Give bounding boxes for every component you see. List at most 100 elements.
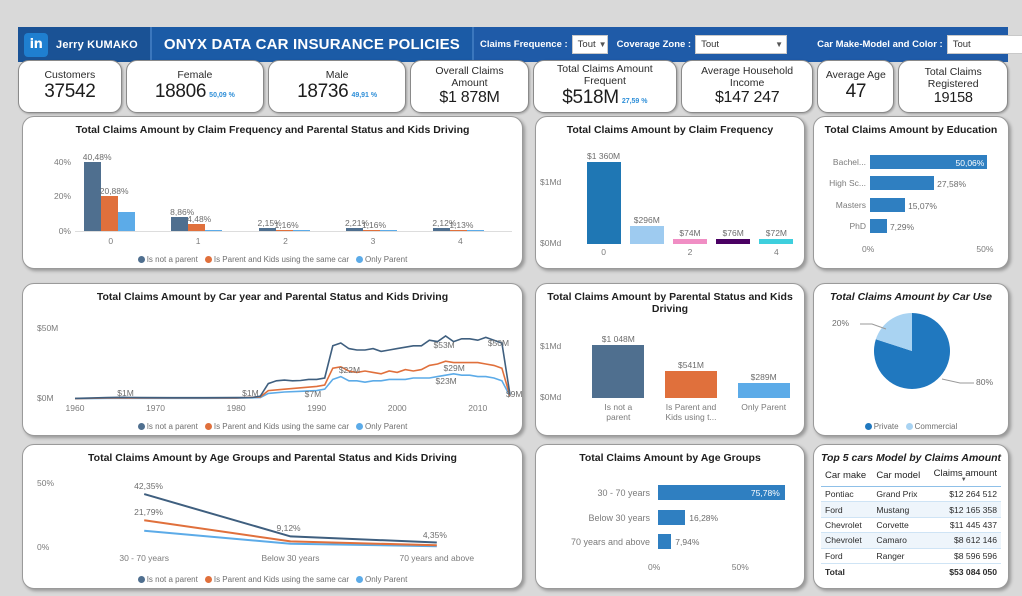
plot-area: 0% 50% 30 - 70 years Below 30 years 70 years… [23,464,522,574]
slicer-car-make-model-color[interactable]: Car Make-Model and Color : Tout ▼ [817,35,1022,54]
legend-item[interactable]: Private [864,422,899,431]
kpi-card-total-claims-registered[interactable]: Total Claims Registered 19158 [898,60,1009,113]
chart-title: Total Claims Amount by Car Use [829,291,992,303]
plot-area: 80% 20% [814,303,1008,413]
slicer-dropdown-coverage-zone[interactable]: Tout ▼ [695,35,788,54]
bar-parental-0[interactable] [592,344,645,399]
chevron-down-icon: ▼ [775,40,784,49]
bar-parental-1[interactable] [665,370,717,399]
chart-title: Total Claims Amount by Age Groups [579,452,761,464]
legend-item[interactable]: Is not a parent [137,575,198,584]
cell-car-model: Ranger [872,548,927,564]
data-label: $53M [433,339,455,350]
legend-item[interactable]: Is Parent and Kids using the same car [204,422,349,431]
legend-item[interactable]: Is Parent and Kids using the same car [204,575,349,584]
legend-item[interactable]: Only Parent [356,255,407,264]
bar-frequency-4[interactable] [759,239,794,245]
column-header-claims-amount[interactable]: Claims amount ▼ [926,467,1001,488]
bar-frequency-2[interactable] [673,239,707,245]
kpi-card-total-claims-amount-frequent[interactable]: Total Claims Amount Frequent $518M 27,59… [532,60,677,113]
y-category-label: 70 years and above [570,536,650,547]
x-category-label: Is not a parent [604,402,633,423]
chart-claim-frequency-parental-status[interactable]: Total Claims Amount by Claim Frequency a… [22,116,523,269]
chart-age-groups[interactable]: Total Claims Amount by Age Groups 30 - 7… [535,444,805,589]
legend-label: Only Parent [365,422,408,431]
legend-swatch [356,256,364,263]
y-category-label: Masters [835,199,866,210]
bar-frequency-1[interactable] [629,226,664,245]
legend-item[interactable]: Only Parent [356,422,407,431]
legend-item[interactable]: Is not a parent [137,422,198,431]
bar-education-2[interactable] [870,197,906,212]
line-series-group [74,335,511,400]
data-label: $22M [338,365,361,376]
bar-age-group-1[interactable] [658,509,686,525]
legend-item[interactable]: Is Parent and Kids using the same car [204,255,349,264]
chart-parental-status[interactable]: Total Claims Amount by Parental Status a… [535,283,805,436]
top-cars-table: Car make Car model Claims amount ▼ Ponti… [821,467,1001,580]
table-row[interactable]: Chevrolet Corvette $11 445 437 [821,517,1001,534]
kpi-card-female[interactable]: Female 18806 50,09 % [125,60,264,113]
kpi-card-male[interactable]: Male 18736 49,91 % [267,60,407,113]
kpi-percent: 50,09 % [209,92,235,99]
legend-swatch [905,423,913,430]
data-label: $76M [722,228,744,239]
x-tick-label: 0 [108,236,114,247]
chart-education[interactable]: Total Claims Amount by Education Bachel.… [813,116,1009,269]
legend-swatch [204,423,212,430]
y-category-label: High Sc... [829,178,866,189]
chart-car-use[interactable]: Total Claims Amount by Car Use 80% 20% Pr… [813,283,1009,436]
slicer-coverage-zone[interactable]: Coverage Zone : Tout ▼ [617,35,788,54]
bar-is-not-a-parent[interactable] [171,216,189,233]
kpi-card-average-age[interactable]: Average Age 47 [817,60,895,113]
slicer-value: Tout [701,39,720,50]
kpi-value: 18806 [154,81,207,102]
table-row[interactable]: Ford Mustang $12 165 358 [821,501,1001,518]
cell-total-label: Total [821,562,873,580]
legend-label: Commercial [914,422,958,431]
kpi-title: Male [325,68,349,81]
x-category-label: Is Parent and Kids using t... [665,402,717,423]
slicer-dropdown-claims-frequence[interactable]: Tout ▼ [571,35,608,54]
bar-frequency-0[interactable] [586,161,621,245]
kpi-title: Overall Claims Amount [435,65,504,89]
y-tick-label: $0M [37,393,54,404]
kpi-card-average-household-income[interactable]: Average Household Income $147 247 [680,60,814,113]
bar-parental-2[interactable] [737,383,790,399]
chart-title: Total Claims Amount by Education [824,124,998,136]
chart-title: Total Claims Amount by Car year and Pare… [96,291,449,303]
legend-label: Private [873,422,899,431]
table-top-5-cars[interactable]: Top 5 cars Model by Claims Amount Car ma… [813,444,1009,589]
legend-item[interactable]: Is not a parent [137,255,198,264]
chart-car-year-parental-status[interactable]: Total Claims Amount by Car year and Pare… [22,283,523,436]
bar-education-3[interactable] [870,218,887,233]
table-row[interactable]: Pontiac Grand Prix $12 264 512 [821,486,1001,503]
legend-item[interactable]: Commercial [905,422,958,431]
kpi-card-overall-claims-amount[interactable]: Overall Claims Amount $1 878M [410,60,529,113]
chart-title: Total Claims Amount by Parental Status a… [547,291,793,316]
kpi-title: Total Claims Amount Frequent [557,63,653,87]
kpi-row: Customers 37542 Female 18806 50,09 % Mal… [18,60,1009,113]
x-category-label: 30 - 70 years [119,553,169,564]
bar-frequency-3[interactable] [716,239,751,245]
data-label: 50,06% [955,158,985,169]
slicer-dropdown-car-make-model-color[interactable]: Tout ▼ [946,35,1022,54]
bar-only-parent[interactable] [117,212,135,233]
slicer-claims-frequence[interactable]: Claims Frequence : Tout ▼ [480,35,608,54]
y-tick-label: $50M [37,323,59,334]
chart-age-groups-parental-status[interactable]: Total Claims Amount by Age Groups and Pa… [22,444,523,589]
table-row[interactable]: Chevrolet Camaro $8 612 146 [821,532,1001,549]
bar-is-not-a-parent[interactable] [83,161,101,233]
chart-claim-frequency[interactable]: Total Claims Amount by Claim Frequency $… [535,116,805,269]
data-label: 15,07% [908,200,937,211]
bar-age-group-2[interactable] [658,533,672,549]
chart-title: Total Claims Amount by Age Groups and Pa… [88,452,457,464]
column-header-car-model[interactable]: Car model [872,467,927,488]
column-header-car-make[interactable]: Car make [821,467,873,488]
legend-item[interactable]: Only Parent [356,575,407,584]
table-row[interactable]: Ford Ranger $8 596 596 [821,548,1001,564]
bar-education-1[interactable] [870,176,935,191]
bar-is-parent-and-kids-using-the-same-car[interactable] [100,195,118,233]
y-tick-label: 0% [37,542,50,553]
kpi-card-customers[interactable]: Customers 37542 [18,60,122,113]
